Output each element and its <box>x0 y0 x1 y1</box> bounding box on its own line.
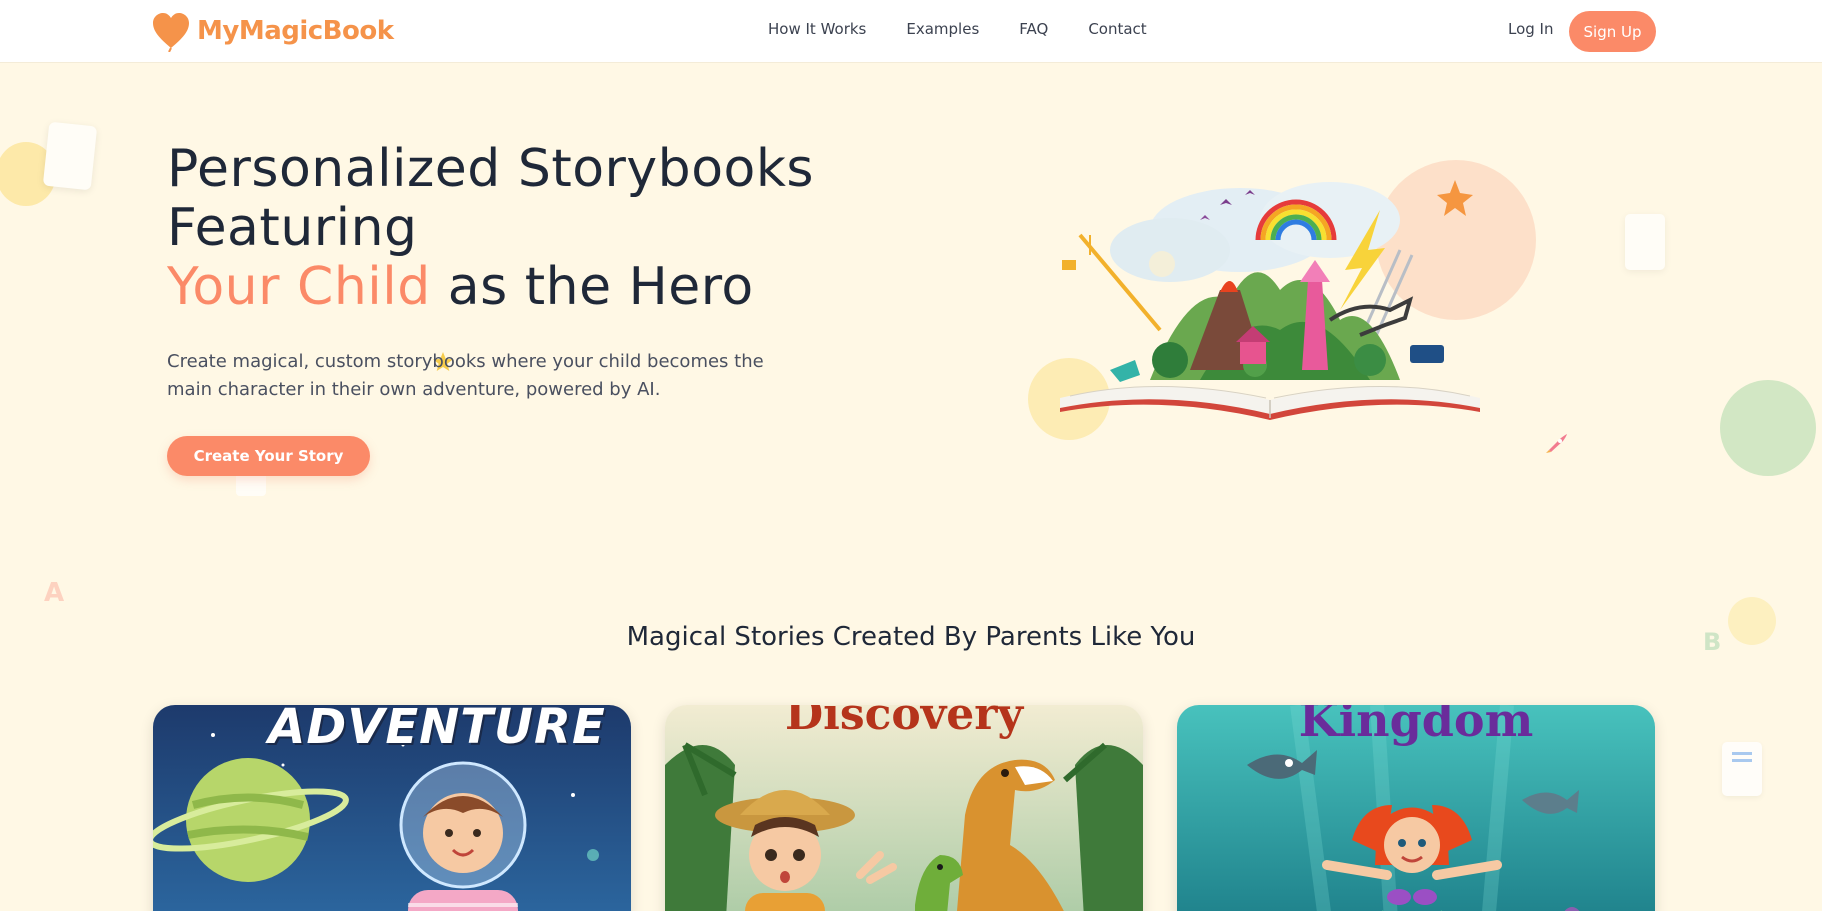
hero-title-accent: Your Child <box>167 257 431 317</box>
decor-paper-card-right <box>1625 214 1665 270</box>
hero-title: Personalized Storybooks Featuring Your C… <box>167 140 887 317</box>
nav-link-examples[interactable]: Examples <box>906 20 979 38</box>
top-navbar: MyMagicBook How It Works Examples FAQ Co… <box>0 0 1822 63</box>
section-title: Magical Stories Created By Parents Like … <box>626 622 1196 652</box>
hero-title-line2: Featuring <box>167 198 418 258</box>
nav-link-faq[interactable]: FAQ <box>1019 20 1048 38</box>
hero-title-rest: as the Hero <box>430 257 754 317</box>
decor-green-circle <box>1720 380 1816 476</box>
heart-icon <box>153 13 189 52</box>
brand-name: MyMagicBook <box>197 16 394 46</box>
hero-subtitle: Create magical, custom storybooks where … <box>167 351 764 400</box>
book-card-mermaid[interactable]: Kingdom <box>1177 705 1655 911</box>
decor-paper-card-left <box>42 121 98 191</box>
login-link[interactable]: Log In <box>1508 20 1554 38</box>
decor-letter-a: A <box>44 578 65 608</box>
signup-button[interactable]: Sign Up <box>1569 11 1656 52</box>
book-cover-title-space: ADVENTURE <box>268 705 606 755</box>
nav-link-how-it-works[interactable]: How It Works <box>768 20 866 38</box>
book-cover-title-dinosaur: Discovery <box>784 705 1024 740</box>
decor-rocket-icon <box>1546 434 1567 453</box>
decor-note-card <box>1722 742 1762 796</box>
nav-link-contact[interactable]: Contact <box>1088 20 1146 38</box>
book-cover-title-mermaid: Kingdom <box>1298 705 1534 747</box>
hero-title-line1: Personalized Storybooks <box>167 139 815 199</box>
create-story-button[interactable]: Create Your Story <box>167 436 370 476</box>
book-card-dinosaur[interactable]: Discovery <box>665 705 1143 911</box>
main-nav: How It Works Examples FAQ Contact <box>768 20 1147 38</box>
popup-book-illustration <box>1060 180 1480 420</box>
brand-logo[interactable]: MyMagicBook <box>151 10 394 52</box>
book-card-space[interactable]: ADVENTURE <box>153 705 631 911</box>
